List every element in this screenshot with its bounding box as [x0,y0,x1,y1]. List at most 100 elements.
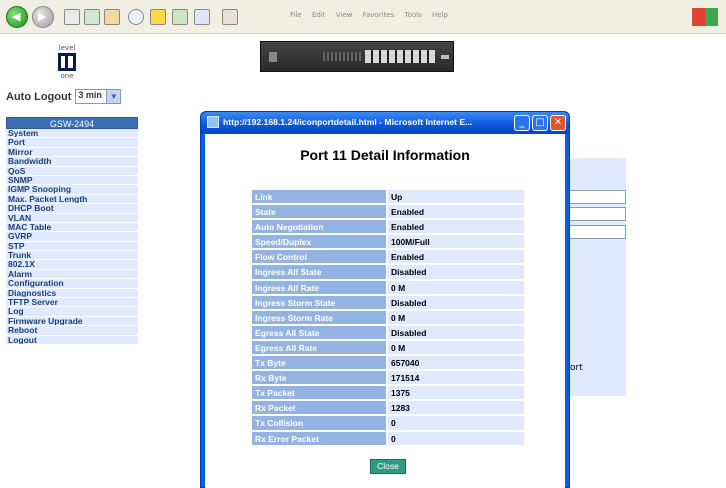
row-label: Tx Byte [251,355,387,371]
row-label: Ingress Storm State [251,294,387,310]
sidebar-item-reboot[interactable]: Reboot [6,326,138,336]
sidebar-item-firmware-upgrade[interactable]: Firmware Upgrade [6,316,138,327]
sidebar-item-logout[interactable]: Logout [6,335,138,345]
forward-button[interactable]: ▶ [32,6,54,28]
history-icon[interactable] [194,9,210,25]
sidebar-item-system[interactable]: System [6,129,138,139]
table-row: Ingress Storm State Disabled [251,294,525,310]
popup-title-text: http://192.168.1.24/iconportdetail.html … [223,117,473,127]
search-icon[interactable] [128,9,144,25]
sidebar-item-dhcp-boot[interactable]: DHCP Boot [6,204,138,214]
row-label: Rx Byte [251,370,387,386]
row-value: 0 [387,430,525,446]
row-value: 1375 [387,385,525,401]
table-row: Link Up [251,189,525,205]
sidebar-item-mirror[interactable]: Mirror [6,147,138,158]
table-row: Rx Error Packet 0 [251,430,525,446]
row-value: 0 M [387,279,525,295]
logo-bottom-text: one [60,72,74,80]
sidebar-item-qos[interactable]: QoS [6,166,138,176]
table-row: Ingress Storm Rate 0 M [251,309,525,325]
table-row: Rx Byte 171514 [251,370,525,386]
row-label: State [251,204,387,220]
device-ports[interactable] [365,50,435,63]
row-label: Tx Collision [251,415,387,431]
device-vent [323,52,361,61]
row-label: Egress All Rate [251,339,387,356]
menu-help[interactable]: Help [432,11,448,19]
back-button[interactable]: ◀ [6,6,28,28]
background-input-2[interactable] [568,207,626,221]
popup-title-bar[interactable]: http://192.168.1.24/iconportdetail.html … [201,112,569,134]
favorites-icon[interactable] [150,9,166,25]
sidebar-item-bandwidth[interactable]: Bandwidth [6,157,138,167]
sidebar-item-max-packet-length[interactable]: Max. Packet Length [6,194,138,205]
row-value: Disabled [387,324,525,340]
row-label: Link [251,189,387,205]
windows-flag-icon [692,8,718,26]
logo-mark-icon [58,53,76,71]
close-button[interactable]: Close [370,459,406,474]
close-window-button[interactable]: ✕ [550,115,566,131]
sidebar-item-configuration[interactable]: Configuration [6,279,138,289]
sidebar-item-8021x[interactable]: 802.1X [6,260,138,270]
sidebar-item-tftp-server[interactable]: TFTP Server [6,298,138,308]
sidebar-item-vlan[interactable]: VLAN [6,213,138,223]
menu-favorites[interactable]: Favorites [363,11,395,19]
maximize-button[interactable]: □ [532,115,548,131]
row-value: Up [387,189,525,205]
row-value: Enabled [387,219,525,235]
chevron-down-icon[interactable]: ▼ [106,90,121,103]
table-row: Ingress All Rate 0 M [251,279,525,295]
detail-heading: Port 11 Detail Information [300,147,470,163]
stop-icon[interactable] [64,9,80,25]
sidebar-item-gvrp[interactable]: GVRP [6,232,138,242]
row-label: Egress All State [251,324,387,340]
auto-logout-label: Auto Logout [6,90,72,103]
sidebar-item-stp[interactable]: STP [6,241,138,252]
menu-file[interactable]: File [290,11,302,19]
sidebar-item-port[interactable]: Port [6,138,138,148]
sidebar-item-trunk[interactable]: Trunk [6,251,138,261]
row-label: Ingress All Rate [251,279,387,295]
row-value: 1283 [387,400,525,416]
row-value: 0 M [387,309,525,325]
table-row: Egress All Rate 0 M [251,339,525,356]
table-row: Rx Packet 1283 [251,400,525,416]
sidebar-item-mac-table[interactable]: MAC Table [6,222,138,233]
mail-icon[interactable] [222,9,238,25]
sidebar-item-diagnostics[interactable]: Diagnostics [6,288,138,299]
row-value: Enabled [387,204,525,220]
background-partial-text: ort [570,363,583,373]
background-input-3[interactable] [568,225,626,239]
menu-edit[interactable]: Edit [312,11,326,19]
row-label: Rx Packet [251,400,387,416]
port-detail-popup-window: http://192.168.1.24/iconportdetail.html … [200,111,570,488]
media-icon[interactable] [172,9,188,25]
sidebar-item-log[interactable]: Log [6,307,138,317]
device-led [441,55,449,59]
switch-device-image [260,41,454,72]
row-value: Disabled [387,294,525,310]
sidebar-item-snmp[interactable]: SNMP [6,175,138,186]
table-row: Speed/Duplex 100M/Full [251,234,525,250]
back-arrow-icon: ◀ [12,10,21,23]
row-label: Flow Control [251,249,387,265]
menu-tools[interactable]: Tools [404,11,421,19]
auto-logout-value: 3 min [78,90,102,100]
auto-logout-select[interactable]: 3 min ▼ [75,89,122,104]
home-icon[interactable] [104,9,120,25]
row-value: 0 [387,415,525,431]
menu-view[interactable]: View [336,11,353,19]
background-input-1[interactable] [568,190,626,204]
browser-toolbar: ◀ ▶ File Edit View Favorites Tools Help [0,0,726,34]
sidebar-item-igmp-snooping[interactable]: IGMP Snooping [6,185,138,195]
popup-body: Port 11 Detail Information Link Up State E… [205,134,565,488]
row-value: Disabled [387,264,525,280]
refresh-icon[interactable] [84,9,100,25]
row-label: Speed/Duplex [251,234,387,250]
sidebar-menu: GSW-2494 System Port Mirror Bandwidth Qo… [6,117,138,345]
levelone-logo: level one [52,44,82,84]
minimize-button[interactable]: _ [514,115,530,131]
sidebar-item-alarm[interactable]: Alarm [6,269,138,280]
